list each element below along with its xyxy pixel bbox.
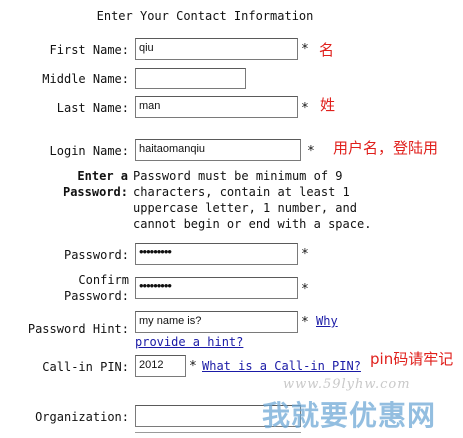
what-is-callin-pin-link[interactable]: What is a Call-in PIN? — [202, 359, 361, 373]
confirm-password-label-line2: Password: — [63, 289, 129, 303]
password-requirements: Password must be minimum of 9 characters… — [133, 168, 433, 232]
first-name-input[interactable]: qiu — [135, 38, 298, 60]
password-requirements-line: characters, contain at least 1 — [133, 185, 350, 199]
password-requirements-line: cannot begin or end with a space. — [133, 217, 372, 231]
watermark-url: www.59lyhw.com — [283, 377, 411, 392]
last-name-input[interactable]: man — [135, 96, 298, 118]
form-title: Enter Your Contact Information — [96, 9, 314, 23]
login-name-required-mark: * — [307, 144, 315, 159]
password-input[interactable]: ••••••••• — [135, 243, 298, 265]
password-hint-input[interactable]: my name is? — [135, 311, 298, 333]
password-required-mark: * — [301, 247, 309, 262]
last-name-note: 姓 — [320, 96, 336, 114]
login-name-input[interactable]: haitaomanqiu — [135, 139, 301, 161]
password-label: Password: — [63, 248, 129, 262]
login-name-label: Login Name: — [49, 144, 129, 158]
confirm-password-label-line1: Confirm — [78, 273, 129, 287]
first-name-required-mark: * — [301, 42, 309, 57]
last-name-required-mark: * — [301, 101, 309, 116]
callin-pin-label: Call-in PIN: — [42, 360, 129, 374]
enter-password-label-line1: Enter a — [77, 169, 128, 183]
confirm-password-required-mark: * — [301, 282, 309, 297]
confirm-password-input[interactable]: ••••••••• — [135, 277, 298, 299]
password-requirements-line: uppercase letter, 1 number, and — [133, 201, 357, 215]
password-requirements-line: Password must be minimum of 9 — [133, 169, 343, 183]
enter-password-label-line2: Password: — [62, 185, 128, 199]
why-provide-hint-link-continued[interactable]: provide a hint? — [135, 335, 243, 349]
callin-pin-required-mark: * — [189, 359, 197, 374]
callin-pin-note: pin码请牢记 — [370, 350, 454, 368]
middle-name-label: Middle Name: — [42, 72, 129, 86]
password-hint-label: Password Hint: — [27, 322, 129, 336]
login-name-note: 用户名，登陆用 — [333, 139, 439, 157]
first-name-label: First Name: — [49, 43, 129, 57]
organization-label: Organization: — [35, 410, 129, 424]
password-hint-required-mark: * — [301, 315, 309, 330]
last-name-label: Last Name: — [56, 101, 129, 115]
watermark-logo-text: 我就要优惠网 — [262, 399, 437, 432]
callin-pin-input[interactable]: 2012 — [135, 355, 186, 377]
first-name-note: 名 — [319, 41, 335, 59]
middle-name-input[interactable] — [135, 68, 246, 89]
why-provide-hint-link[interactable]: Why — [316, 314, 338, 328]
